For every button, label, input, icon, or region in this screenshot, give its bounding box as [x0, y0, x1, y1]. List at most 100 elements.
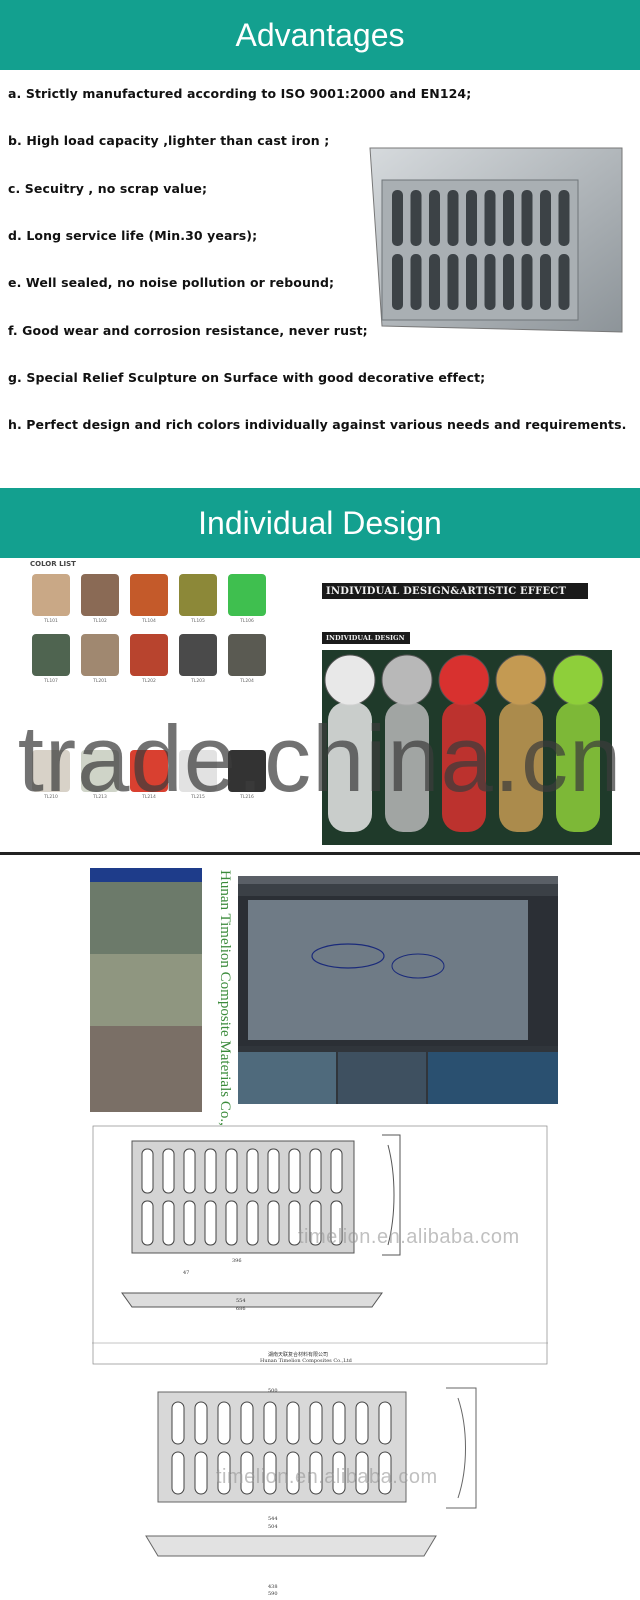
drawing-slot: [309, 1401, 323, 1445]
drawing-slot: [225, 1200, 238, 1246]
color-swatch: [32, 750, 70, 792]
color-swatch-label: TL214: [142, 795, 156, 800]
drawing-slot: [162, 1200, 175, 1246]
drawing-slot: [246, 1200, 259, 1246]
advantage-item: c. Secuitry , no scrap value;: [8, 181, 208, 196]
drawing-slot: [267, 1148, 280, 1194]
drawing1-dim-bottom-1: 554: [236, 1298, 246, 1304]
color-list: COLOR LIST TL101 TL102 TL104 TL105 TL106 TL10…: [26, 560, 286, 850]
color-swatch-label: TL105: [191, 619, 205, 624]
color-swatch-label: TL201: [93, 679, 107, 684]
color-swatch: [81, 634, 119, 676]
drawing-slot: [162, 1148, 175, 1194]
color-swatch: [228, 574, 266, 616]
manhole-cover-body: [556, 702, 600, 832]
grate-slot: [466, 190, 477, 246]
color-swatch-label: TL102: [93, 619, 107, 624]
drawing1-watermark: timelion.en.alibaba.com: [298, 1226, 520, 1248]
drawing-slot: [288, 1148, 301, 1194]
manhole-cover-sample: [552, 654, 604, 706]
drawing-slot: [332, 1401, 346, 1445]
color-swatch: [179, 634, 217, 676]
manhole-cover-sample: [495, 654, 547, 706]
color-swatch: [228, 634, 266, 676]
drawing-slot: [267, 1200, 280, 1246]
drawing-slot: [194, 1451, 208, 1495]
drawing-slot: [204, 1200, 217, 1246]
grate-product-photo: [369, 147, 623, 333]
grate-slot: [503, 190, 514, 246]
drawing-slot: [246, 1148, 259, 1194]
advantage-item: a. Strictly manufactured according to IS…: [8, 86, 472, 101]
drawing-slot: [204, 1148, 217, 1194]
advantage-item: b. High load capacity ,lighter than cast…: [8, 133, 330, 148]
manhole-cover-body: [499, 702, 543, 832]
grate-slot: [447, 254, 459, 310]
grate-slot: [558, 254, 570, 310]
advantage-item: e. Well sealed, no noise pollution or re…: [8, 275, 335, 290]
company-name: Hunan Timelion Composite Materials Co., …: [217, 870, 233, 1155]
color-swatch-label: TL104: [142, 619, 156, 624]
manhole-cover-sample: [324, 654, 376, 706]
color-swatch-label: TL107: [44, 679, 58, 684]
color-swatch: [130, 574, 168, 616]
grate-slot: [429, 254, 440, 310]
individual-design-title: Individual Design: [198, 504, 442, 541]
drawing-slot: [378, 1401, 392, 1445]
drawing-slot: [171, 1401, 185, 1445]
drawing1-dim-top: 396: [232, 1258, 242, 1264]
individual-design-heading: INDIVIDUAL DESIGN&ARTISTIC EFFECT: [322, 583, 588, 599]
drawing-slot: [141, 1200, 154, 1246]
drawing-slot: [309, 1148, 322, 1194]
manhole-cover-samples: [322, 650, 612, 845]
drawing2-dim-top: 500: [268, 1388, 278, 1394]
color-swatch-label: TL203: [191, 679, 205, 684]
section-divider: [0, 852, 640, 855]
drawing-slot: [194, 1401, 208, 1445]
grate-slot: [484, 254, 496, 310]
grate-slot: [558, 190, 570, 246]
color-swatch: [32, 634, 70, 676]
grate-slot: [540, 190, 551, 246]
drawing2-dim-bottom-4: 590: [268, 1591, 278, 1597]
cad-software-screenshot: [238, 876, 558, 1104]
drawing-slot: [355, 1401, 369, 1445]
advantage-item: d. Long service life (Min.30 years);: [8, 228, 258, 243]
grate-slot: [410, 190, 422, 246]
color-swatch: [130, 750, 168, 792]
drawing-slot: [217, 1401, 231, 1445]
manhole-cover-sample: [438, 654, 490, 706]
drawing-slot: [225, 1148, 238, 1194]
color-swatch: [179, 750, 217, 792]
manhole-cover-sample: [381, 654, 433, 706]
grate-slot: [447, 190, 459, 246]
drawing-company-cn: 湖南天联复合材料有限公司: [268, 1352, 329, 1358]
color-swatch-label: TL210: [44, 795, 58, 800]
color-swatch-label: TL101: [44, 619, 58, 624]
drawing-slot: [263, 1401, 277, 1445]
grate-slot: [540, 254, 551, 310]
color-swatch: [228, 750, 266, 792]
manhole-cover-body: [328, 702, 372, 832]
individual-design-subheading: INDIVIDUAL DESIGN: [322, 632, 410, 644]
color-swatch-label: TL204: [240, 679, 254, 684]
advantages-title: Advantages: [235, 16, 405, 53]
color-swatch: [130, 634, 168, 676]
advantage-item: h. Perfect design and rich colors indivi…: [8, 417, 627, 432]
drawing-company-en: Hunan Timelion Composites Co.,Ltd: [260, 1358, 352, 1364]
grate-slot: [521, 254, 533, 310]
color-swatch-label: TL106: [240, 619, 254, 624]
drawing-slot: [171, 1451, 185, 1495]
grate-slot: [392, 254, 403, 310]
color-swatch: [81, 574, 119, 616]
grate-slot: [392, 190, 403, 246]
color-swatch-label: TL213: [93, 795, 107, 800]
advantage-item: f. Good wear and corrosion resistance, n…: [8, 323, 368, 338]
drawing-slot: [183, 1200, 196, 1246]
color-swatch-label: TL215: [191, 795, 205, 800]
grate-slot: [429, 190, 440, 246]
drawing1-dim-bottom-2: 686: [236, 1306, 246, 1312]
company-team-photos: [90, 868, 202, 1112]
drawing-slot: [286, 1401, 300, 1445]
color-list-title: COLOR LIST: [30, 560, 76, 568]
